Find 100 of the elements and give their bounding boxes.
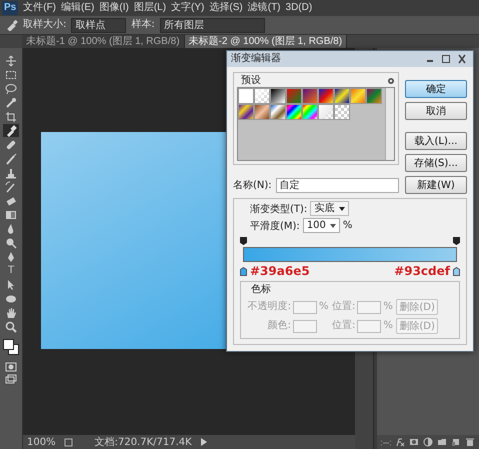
- color-swatches-icon[interactable]: [2, 338, 20, 356]
- trash-icon[interactable]: [465, 437, 475, 447]
- tool-button[interactable]: [3, 82, 19, 95]
- pen-icon: [5, 250, 17, 262]
- stop-field-label: 颜色:: [266, 320, 291, 332]
- tool-button[interactable]: [3, 68, 19, 81]
- brush-icon: [5, 152, 17, 164]
- color-stop-icon[interactable]: [453, 266, 460, 276]
- gradient-preset-swatch[interactable]: [334, 88, 350, 104]
- menu-item[interactable]: 3D(D): [286, 1, 312, 15]
- document-icon[interactable]: [64, 438, 73, 446]
- location-label: 位置:: [332, 320, 356, 332]
- presets-label: 预设: [240, 75, 261, 87]
- gradient-preset-swatch[interactable]: [366, 88, 382, 104]
- document-tab[interactable]: 未标题-2 @ 100% (图层 1, RGB/8): [184, 35, 348, 48]
- pointer-icon: [5, 278, 17, 290]
- half-circle-icon[interactable]: [423, 437, 433, 447]
- gradient-preset-swatch[interactable]: [334, 104, 350, 120]
- menu-item[interactable]: 编辑(E): [61, 1, 94, 15]
- document-size: 文档:720.7K/717.4K: [94, 436, 192, 449]
- scrollbar[interactable]: [385, 88, 394, 160]
- fx-icon[interactable]: [395, 437, 405, 447]
- percent-sign: %: [342, 220, 352, 231]
- color-stop-icon[interactable]: [240, 266, 247, 276]
- menu-item[interactable]: 选择(S): [209, 1, 243, 15]
- dialog-button[interactable]: 确定: [405, 80, 467, 98]
- eyedropper-icon[interactable]: [6, 19, 18, 31]
- zoom-icon: [5, 320, 17, 332]
- tool-button[interactable]: [3, 320, 19, 333]
- dropdown-arrow-icon: [339, 206, 346, 210]
- color-code-label: #93cdef: [394, 264, 450, 278]
- quick-mask-icon[interactable]: [5, 361, 17, 373]
- gradient-preset-swatch[interactable]: [350, 88, 366, 104]
- screen-mode-icon[interactable]: [5, 374, 17, 386]
- sample-label: 样本:: [131, 18, 155, 32]
- menu-item[interactable]: 图层(L): [134, 1, 166, 15]
- gradient-preset-swatch[interactable]: [286, 104, 302, 120]
- magnifier-icon: [5, 236, 17, 248]
- gradient-type-label: 渐变类型(T):: [250, 202, 308, 216]
- dialog-title: 渐变编辑器: [231, 52, 281, 66]
- type-tool-button[interactable]: T: [3, 264, 19, 277]
- tool-button[interactable]: [3, 54, 19, 67]
- gradient-preset-swatch[interactable]: [238, 104, 254, 120]
- sample-dropdown[interactable]: 所有图层: [160, 18, 265, 32]
- eyedropper-icon: [5, 124, 17, 136]
- color-stops-title: 色标: [250, 284, 272, 296]
- sample-size-dropdown[interactable]: 取样点: [71, 18, 126, 32]
- location-label: 位置:: [332, 301, 356, 313]
- gradient-preset-swatch[interactable]: [238, 88, 254, 104]
- smoothness-label: 平滑度(M):: [250, 220, 300, 232]
- gradient-icon: [5, 208, 17, 220]
- play-icon[interactable]: [200, 438, 207, 446]
- menu-item[interactable]: 滤镜(T): [248, 1, 281, 15]
- gradient-preset-swatch[interactable]: [254, 88, 270, 104]
- gradient-type-dropdown[interactable]: 实底: [310, 201, 350, 216]
- dropdown-arrow-icon: [330, 224, 336, 228]
- gradient-preset-swatch[interactable]: [270, 104, 286, 120]
- maximize-icon[interactable]: [439, 54, 453, 64]
- name-label: 名称(N):: [233, 179, 272, 192]
- opacity-stop-icon[interactable]: [453, 237, 460, 245]
- tool-button[interactable]: [3, 124, 19, 137]
- crop-icon: [5, 110, 17, 122]
- gradient-preset-swatch[interactable]: [270, 88, 286, 104]
- dialog-button[interactable]: 取消: [405, 102, 467, 120]
- dashed-rectangle-icon: [5, 68, 17, 80]
- new-button[interactable]: 新建(W): [405, 176, 467, 194]
- color-code-label: #39a6e5: [250, 264, 310, 278]
- lasso-icon: [5, 82, 17, 94]
- hand-icon: [5, 306, 17, 318]
- name-field[interactable]: 自定: [276, 178, 399, 192]
- sample-size-label: 取样大小:: [23, 18, 66, 32]
- stop-field-label: 不透明度:: [246, 301, 291, 313]
- gradient-preset-swatch[interactable]: [254, 104, 270, 120]
- app-logo: Ps: [2, 1, 18, 15]
- new-layer-icon[interactable]: [451, 437, 461, 447]
- gradient-preset-swatch[interactable]: [318, 104, 334, 120]
- menu-item[interactable]: 文字(Y): [171, 1, 204, 15]
- mask-icon[interactable]: [409, 437, 419, 447]
- menu-item[interactable]: 图像(I): [99, 1, 129, 15]
- tool-button[interactable]: [3, 166, 19, 179]
- gradient-preset-swatch[interactable]: [302, 104, 318, 120]
- wand-icon: [5, 96, 17, 108]
- folder-icon[interactable]: [437, 437, 447, 447]
- percent-sign: %: [383, 301, 392, 313]
- gradient-preset-swatch[interactable]: [318, 88, 334, 104]
- gradient-preset-swatch[interactable]: [302, 88, 318, 104]
- tool-button[interactable]: [3, 110, 19, 123]
- zoom-level: 100%: [27, 436, 56, 448]
- menu-item[interactable]: 文件(F): [23, 1, 56, 15]
- percent-sign: %: [319, 301, 328, 313]
- smoothness-field[interactable]: 100: [302, 218, 340, 233]
- ellipse-icon: [5, 292, 17, 304]
- tool-button[interactable]: [3, 208, 19, 221]
- dialog-button[interactable]: 载入(L)...: [405, 132, 467, 150]
- dialog-button[interactable]: 存储(S)...: [405, 154, 467, 172]
- opacity-stop-icon[interactable]: [240, 237, 247, 245]
- gear-icon[interactable]: [387, 77, 395, 85]
- gradient-preset-swatch[interactable]: [286, 88, 302, 104]
- document-tab[interactable]: 未标题-1 @ 100% (图层 1, RGB/8): [22, 35, 185, 48]
- percent-sign: %: [383, 320, 392, 332]
